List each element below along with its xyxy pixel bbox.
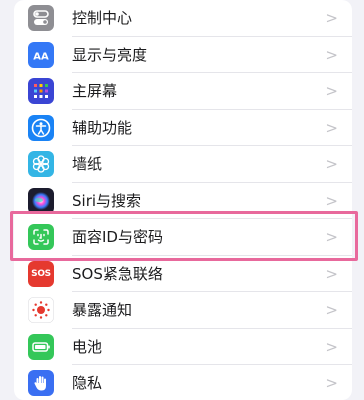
settings-item-label: 隐私 [72,374,103,392]
settings-item-wallpaper[interactable]: 墙纸 > [14,146,352,183]
control-center-icon [28,5,54,31]
settings-item-battery[interactable]: 电池 > [14,329,352,365]
face-id-icon [28,224,54,250]
settings-item-label: Siri与搜索 [72,191,142,210]
exposure-notification-icon [28,297,54,323]
settings-item-label: 控制中心 [72,9,133,27]
settings-item-exposure-notifications[interactable]: 暴露通知 > [14,292,352,329]
settings-item-privacy[interactable]: 隐私 > [14,365,352,400]
settings-item-label: 面容ID与密码 [72,228,163,246]
chevron-right-icon: > [325,155,338,173]
chevron-right-icon: > [325,191,338,210]
settings-item-label: 辅助功能 [72,118,133,137]
chevron-right-icon: > [325,9,338,27]
settings-item-label: 主屏幕 [72,82,118,100]
chevron-right-icon: > [325,118,338,137]
settings-item-display-brightness[interactable]: AA 显示与亮度 > [14,37,352,73]
sos-icon-text: SOS [31,268,51,279]
settings-item-home-screen[interactable]: 主屏幕 > [14,73,352,110]
settings-item-emergency-sos[interactable]: SOS SOS紧急联络 > [14,256,352,292]
chevron-right-icon: > [325,374,338,392]
settings-list: 控制中心 > AA 显示与亮度 > 主屏幕 > 辅助功能 > 墙纸 > Siri… [14,0,352,400]
settings-item-accessibility[interactable]: 辅助功能 > [14,110,352,146]
settings-item-label: 电池 [72,337,103,356]
chevron-right-icon: > [325,264,338,283]
battery-icon [28,333,54,360]
wallpaper-icon [28,151,54,177]
settings-item-label: SOS紧急联络 [72,264,163,283]
chevron-right-icon: > [325,337,338,356]
siri-icon [28,187,54,214]
settings-item-label: 暴露通知 [72,301,133,319]
settings-item-face-id-passcode[interactable]: 面容ID与密码 > [14,219,352,256]
chevron-right-icon: > [325,228,338,246]
chevron-right-icon: > [325,45,338,64]
sos-icon: SOS [28,260,54,287]
chevron-right-icon: > [325,301,338,319]
settings-item-label: 墙纸 [72,155,103,173]
settings-item-siri-search[interactable]: Siri与搜索 > [14,183,352,219]
settings-item-control-center[interactable]: 控制中心 > [14,0,352,37]
accessibility-icon [28,114,54,141]
privacy-hand-icon [28,370,54,396]
display-brightness-icon: AA [28,41,54,68]
chevron-right-icon: > [325,82,338,100]
svg-text:AA: AA [33,51,49,62]
settings-item-label: 显示与亮度 [72,45,148,64]
home-screen-icon [28,78,54,104]
